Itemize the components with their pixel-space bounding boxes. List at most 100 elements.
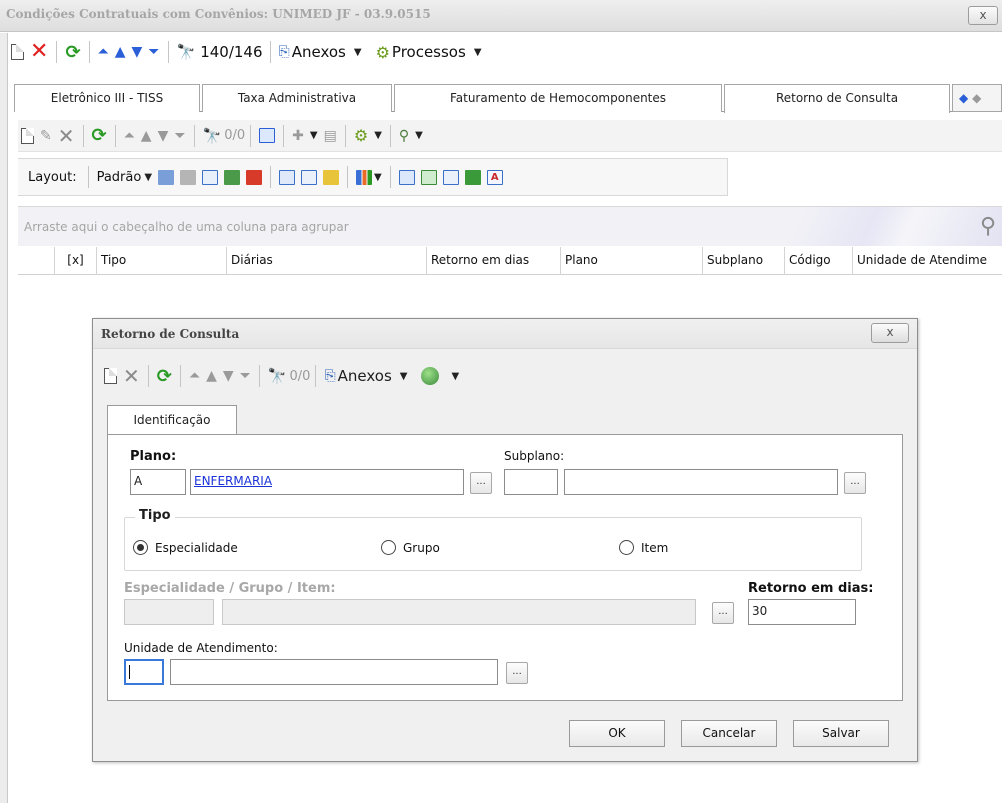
dialog-next-button[interactable]: ▼: [220, 364, 237, 388]
column-header-unidade[interactable]: Unidade de Atendime: [852, 247, 1002, 275]
plano-code-input[interactable]: A: [130, 469, 186, 495]
tab-scroll-buttons[interactable]: ◆ ◆: [952, 84, 1002, 112]
subplano-code-input[interactable]: [504, 469, 558, 495]
column-header-subplano[interactable]: Subplano: [702, 247, 784, 275]
radio-item-circle[interactable]: [619, 540, 634, 555]
unidade-code-input[interactable]: [124, 659, 164, 685]
grid-refresh-button[interactable]: ⟳: [89, 124, 110, 148]
layout-selector[interactable]: Padrão ▼: [94, 165, 155, 189]
column-header-tipo[interactable]: Tipo: [96, 247, 226, 275]
especialidade-lookup-button[interactable]: ...: [712, 602, 734, 624]
layout-view2-button[interactable]: [418, 165, 440, 189]
save-button[interactable]: Salvar: [793, 720, 889, 747]
anexos-button[interactable]: ⎘ Anexos ▼: [276, 40, 365, 64]
dialog-refresh-button[interactable]: ⟳: [154, 364, 175, 388]
dialog-anexos-button[interactable]: ⎘ Anexos ▼: [321, 364, 410, 388]
save-layout-icon: [158, 169, 175, 185]
layout-view1-button[interactable]: [396, 165, 418, 189]
window-close-button[interactable]: x: [968, 6, 998, 25]
dialog-search-button[interactable]: 🔭: [265, 364, 290, 388]
dialog-close-button[interactable]: x: [871, 323, 909, 343]
column-header-retorno-em-dias[interactable]: Retorno em dias: [426, 247, 560, 275]
window-titlebar: Condições Contratuais com Convênios: UNI…: [0, 0, 1002, 32]
grid-last-button[interactable]: ⏷: [171, 124, 188, 148]
dialog-previous-button[interactable]: ▲: [203, 364, 220, 388]
plano-name-input[interactable]: ENFERMARIA: [190, 469, 464, 495]
layout-export-button[interactable]: [243, 165, 265, 189]
layout-view5-button[interactable]: A: [484, 165, 506, 189]
grid-delete-button[interactable]: ✕: [55, 124, 78, 148]
tab-taxa-administrativa[interactable]: Taxa Administrativa: [202, 84, 392, 112]
dialog-new-button[interactable]: [101, 364, 120, 388]
layout-grid-button[interactable]: [199, 165, 221, 189]
grid-print-button[interactable]: ▤: [321, 124, 340, 148]
column-header-plano[interactable]: Plano: [560, 247, 702, 275]
refresh-button[interactable]: ⟳: [62, 40, 83, 64]
grid-processes-button[interactable]: ⚙ ▼: [351, 124, 385, 148]
unidade-name-input[interactable]: [170, 659, 498, 685]
radio-especialidade-circle[interactable]: [133, 540, 148, 555]
ok-button[interactable]: OK: [569, 720, 665, 747]
binoculars-icon: 🔭: [176, 43, 196, 61]
column-header-diarias[interactable]: Diárias: [226, 247, 426, 275]
grid-first-button[interactable]: ⏶: [121, 124, 138, 148]
radio-item[interactable]: Item: [619, 540, 668, 555]
layout-save-button[interactable]: [155, 165, 177, 189]
last-record-icon: ⏷: [239, 368, 251, 384]
dialog-delete-button[interactable]: ✕: [120, 364, 143, 388]
toolbar-separator: [82, 124, 84, 147]
column-header-select[interactable]: [x]: [54, 247, 96, 275]
first-record-icon: ⏶: [97, 44, 109, 60]
layout-sum-button[interactable]: [298, 165, 320, 189]
previous-record-button[interactable]: ▲: [112, 40, 129, 64]
plano-name-link[interactable]: ENFERMARIA: [194, 474, 272, 488]
last-record-button[interactable]: ⏷: [145, 40, 162, 64]
especialidade-label: Especialidade / Grupo / Item:: [124, 581, 336, 596]
processos-button[interactable]: ⚙ Processos ▼: [373, 40, 485, 64]
layout-highlight-button[interactable]: [320, 165, 342, 189]
layout-columns-button[interactable]: [276, 165, 298, 189]
cancel-button[interactable]: Cancelar: [681, 720, 777, 747]
next-record-button[interactable]: ▼: [129, 40, 146, 64]
grid-previous-button[interactable]: ▲: [138, 124, 155, 148]
retorno-em-dias-input[interactable]: 30: [748, 599, 856, 625]
search-icon[interactable]: ⚲: [980, 214, 996, 239]
grid-calendar-button[interactable]: [256, 124, 278, 148]
tab-identificacao[interactable]: Identificação: [107, 405, 237, 435]
layout-saveas-button[interactable]: [177, 165, 199, 189]
layout-view4-button[interactable]: [462, 165, 484, 189]
unidade-lookup-button[interactable]: ...: [506, 662, 528, 684]
radio-grupo-circle[interactable]: [381, 540, 396, 555]
grid-filter-button[interactable]: ⚲ ▼: [396, 124, 426, 148]
plano-lookup-button[interactable]: ...: [470, 472, 492, 494]
delete-record-button[interactable]: ✕: [27, 40, 51, 64]
tab-faturamento-hemocomponentes[interactable]: Faturamento de Hemocomponentes: [394, 84, 722, 112]
layout-chart-button[interactable]: ▼: [353, 165, 385, 189]
grid-search-button[interactable]: 🔭: [200, 124, 225, 148]
group-by-bar[interactable]: Arraste aqui o cabeçalho de uma coluna p…: [18, 206, 1002, 246]
refresh-icon: ⟳: [156, 365, 172, 387]
tab-scroll-left-icon[interactable]: ◆: [959, 91, 968, 105]
tab-scroll-right-icon[interactable]: ◆: [972, 91, 981, 105]
layout-import-button[interactable]: [221, 165, 243, 189]
grid-tools-button[interactable]: ✚ ▼: [289, 124, 320, 148]
subplano-name-input[interactable]: [564, 469, 838, 495]
grid-next-button[interactable]: ▼: [155, 124, 172, 148]
dialog-last-button[interactable]: ⏷: [237, 364, 254, 388]
search-button[interactable]: 🔭: [174, 40, 199, 64]
column-header-codigo[interactable]: Código: [784, 247, 852, 275]
radio-especialidade[interactable]: Especialidade: [133, 540, 238, 555]
grid-edit-button[interactable]: ✎: [37, 124, 55, 148]
dialog-first-button[interactable]: ⏶: [186, 364, 203, 388]
subplano-lookup-button[interactable]: ...: [844, 472, 866, 494]
tab-eletronico-tiss[interactable]: Eletrônico III - TISS: [14, 84, 200, 112]
layout-view3-button[interactable]: [440, 165, 462, 189]
new-record-button[interactable]: [8, 40, 27, 64]
toolbar-separator: [250, 124, 252, 147]
radio-grupo[interactable]: Grupo: [381, 540, 440, 555]
tab-retorno-de-consulta[interactable]: Retorno de Consulta: [724, 84, 950, 113]
tipo-groupbox: Tipo Especialidade Grupo Item: [124, 508, 862, 571]
first-record-button[interactable]: ⏶: [95, 40, 112, 64]
grid-new-button[interactable]: [18, 124, 37, 148]
dialog-more-button[interactable]: ▼: [418, 364, 462, 388]
